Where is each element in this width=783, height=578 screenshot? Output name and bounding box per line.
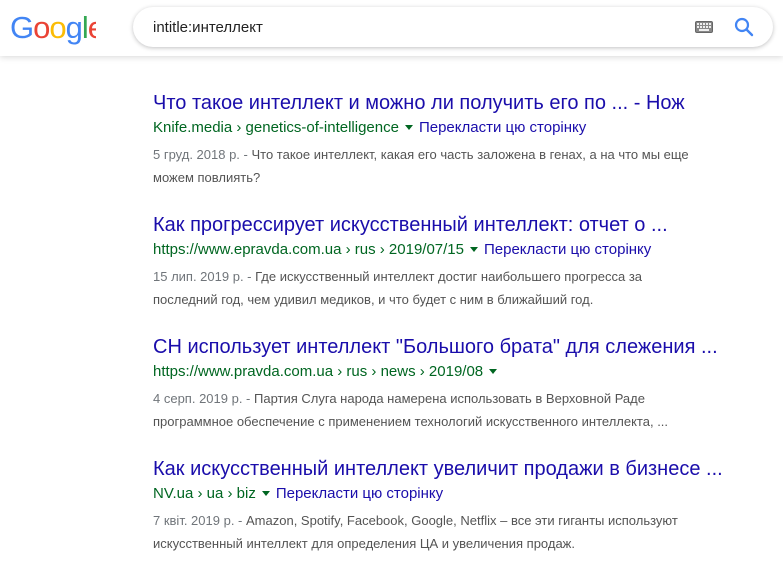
svg-text:Google: Google	[10, 11, 96, 45]
snippet-text: Что такое интеллект, какая его часть зал…	[251, 147, 689, 162]
result-breadcrumb[interactable]: https://www.pravda.com.ua › rus › news ›…	[153, 363, 483, 380]
result-snippet: 4 серп. 2019 р. - Партия Слуга народа на…	[153, 387, 753, 433]
search-icon[interactable]	[733, 16, 755, 38]
snippet-text: можем повлиять?	[153, 170, 261, 185]
translate-link[interactable]: Перекласти цю сторінку	[419, 119, 586, 136]
translate-link[interactable]: Перекласти цю сторінку	[276, 485, 443, 502]
result-snippet: 7 квіт. 2019 р. - Amazon, Spotify, Faceb…	[153, 509, 753, 555]
caret-down-icon[interactable]	[489, 368, 498, 374]
result-url: NV.ua › ua › biz Перекласти цю сторінку	[153, 483, 753, 505]
result-snippet: 15 лип. 2019 р. - Где искусственный инте…	[153, 265, 753, 311]
snippet-text: искусственный интеллект для определения …	[153, 536, 575, 551]
result-title-link[interactable]: Как прогрессирует искусственный интеллек…	[153, 212, 753, 238]
search-input[interactable]	[153, 15, 673, 39]
search-result: Как искусственный интеллект увеличит про…	[153, 456, 753, 555]
result-title-link[interactable]: Что такое интеллект и можно ли получить …	[153, 90, 753, 116]
search-result: Что такое интеллект и можно ли получить …	[153, 90, 753, 189]
caret-down-icon[interactable]	[404, 124, 413, 130]
result-url: Knife.media › genetics-of-intelligence Пе…	[153, 117, 753, 139]
keyboard-icon[interactable]	[695, 20, 713, 38]
snippet-text: Партия Слуга народа намерена использоват…	[254, 391, 645, 406]
snippet-text: Где искусственный интеллект достиг наибо…	[255, 269, 643, 284]
result-date: 7 квіт. 2019 р. -	[153, 513, 246, 528]
snippet-text: последний год, чем удивил медиков, и что…	[153, 292, 594, 307]
result-url: https://www.pravda.com.ua › rus › news ›…	[153, 361, 753, 383]
result-title-link[interactable]: CН использует интеллект "Большого брата"…	[153, 334, 753, 360]
translate-link[interactable]: Перекласти цю сторінку	[484, 241, 651, 258]
top-bar: Google	[0, 0, 783, 56]
search-results: Что такое интеллект и можно ли получить …	[153, 90, 753, 578]
result-breadcrumb[interactable]: https://www.epravda.com.ua › rus › 2019/…	[153, 241, 464, 258]
result-date: 15 лип. 2019 р. -	[153, 269, 256, 284]
search-result: CН использует интеллект "Большого брата"…	[153, 334, 753, 433]
snippet-text: Amazon, Spotify, Facebook, Google, Netfl…	[246, 513, 678, 528]
result-breadcrumb[interactable]: Knife.media › genetics-of-intelligence	[153, 119, 399, 136]
caret-down-icon[interactable]	[261, 490, 270, 496]
caret-down-icon[interactable]	[470, 246, 478, 252]
result-title-link[interactable]: Как искусственный интеллект увеличит про…	[153, 456, 753, 482]
search-result: Как прогрессирует искусственный интеллек…	[153, 212, 753, 311]
result-breadcrumb[interactable]: NV.ua › ua › biz	[153, 485, 256, 502]
snippet-text: программное обеспечение с применением те…	[153, 414, 669, 429]
result-date: 5 груд. 2018 р. -	[153, 147, 252, 162]
result-url: https://www.epravda.com.ua › rus › 2019/…	[153, 239, 753, 261]
result-snippet: 5 груд. 2018 р. - Что такое интеллект, к…	[153, 143, 753, 189]
result-date: 4 серп. 2019 р. -	[153, 391, 254, 406]
search-box	[133, 7, 773, 47]
google-logo[interactable]: Google	[10, 11, 96, 45]
